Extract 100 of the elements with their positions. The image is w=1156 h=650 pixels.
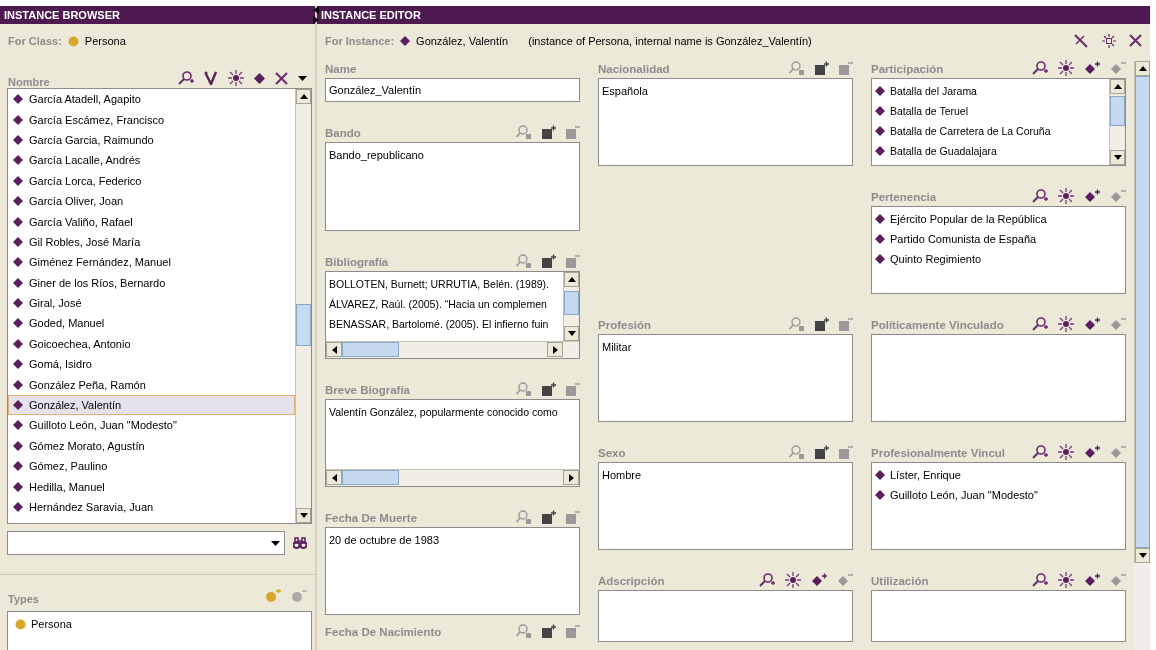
- list-box[interactable]: Batalla del Jarama Batalla de Teruel Batalla de Carretera de La Coruña Batalla de Guadalajara: [871, 78, 1126, 166]
- list-item[interactable]: ÁLVAREZ, Raúl. (2005). “Hacia un complemen: [326, 294, 563, 314]
- sparkle-icon[interactable]: [785, 572, 801, 588]
- list-box[interactable]: Valentín González, popularmente conocido como: [325, 399, 580, 487]
- search-icon[interactable]: [178, 71, 194, 85]
- diamond-plus-icon[interactable]: [1084, 445, 1100, 459]
- search-icon[interactable]: [1032, 317, 1048, 331]
- square-plus-icon[interactable]: [815, 61, 829, 75]
- caret-icon[interactable]: [298, 75, 307, 81]
- slash-icon[interactable]: [1073, 34, 1089, 48]
- list-item[interactable]: García Lorca, Federico: [8, 170, 295, 191]
- square-plus-icon[interactable]: [542, 254, 556, 268]
- list-box[interactable]: 20 de octubre de 1983: [325, 527, 580, 615]
- list-item[interactable]: Española: [599, 81, 852, 101]
- diamond-plus-icon[interactable]: [1084, 573, 1100, 587]
- search-icon[interactable]: [1032, 189, 1048, 203]
- list-item[interactable]: Goded, Manuel: [8, 313, 295, 334]
- list-item[interactable]: Persona: [12, 614, 307, 634]
- list-box[interactable]: Líster, Enrique Guilloto León, Juan "Modesto": [871, 462, 1126, 550]
- list-box[interactable]: Española: [598, 78, 853, 166]
- sparkle-icon[interactable]: [1058, 316, 1074, 332]
- list-item[interactable]: González Peña, Ramón: [8, 374, 295, 395]
- list-box[interactable]: Bando_republicano: [325, 142, 580, 231]
- search-icon[interactable]: [1032, 61, 1048, 75]
- search-icon[interactable]: [1032, 445, 1048, 459]
- scrollbar-thumb[interactable]: [342, 470, 399, 485]
- list-item[interactable]: Partido Comunista de España: [872, 229, 1125, 249]
- diamond-plus-icon[interactable]: [1084, 317, 1100, 331]
- scrollbar-thumb[interactable]: [564, 291, 579, 315]
- list-item[interactable]: Gómez Morato, Agustín: [8, 435, 295, 457]
- list-box[interactable]: Militar: [598, 334, 853, 422]
- sparkle-icon[interactable]: [1058, 444, 1074, 460]
- list-item[interactable]: Hedilla, Manuel: [8, 476, 295, 497]
- scrollbar-thumb[interactable]: [342, 342, 399, 357]
- v-shape-icon[interactable]: [204, 71, 218, 85]
- horizontal-scrollbar[interactable]: [326, 469, 579, 486]
- list-item[interactable]: Hombre: [599, 465, 852, 485]
- list-item[interactable]: Gil Robles, José María: [8, 231, 295, 253]
- list-item[interactable]: García Escámez, Francisco: [8, 109, 295, 130]
- vertical-scrollbar[interactable]: [295, 89, 311, 523]
- list-item[interactable]: Guilloto León, Juan "Modesto": [872, 485, 1125, 505]
- list-item[interactable]: Batalla de Guadalajara: [872, 141, 1109, 161]
- square-plus-icon[interactable]: [542, 125, 556, 139]
- list-item[interactable]: Giménez Fernández, Manuel: [8, 252, 295, 273]
- close-icon[interactable]: [1129, 34, 1142, 47]
- horizontal-scrollbar[interactable]: [326, 341, 579, 358]
- list-item[interactable]: Gomá, Isidro: [8, 354, 295, 375]
- square-plus-icon[interactable]: [815, 317, 829, 331]
- list-item[interactable]: García Garcia, Raimundo: [8, 129, 295, 151]
- list-item[interactable]: González, Valentín: [8, 394, 295, 416]
- list-item[interactable]: Bando_republicano: [326, 145, 579, 165]
- square-plus-icon[interactable]: [542, 624, 556, 638]
- list-box[interactable]: BOLLOTEN, Burnett; URRUTIA, Belén. (1989). ÁLVAREZ, Raúl. (2005). “Hacia un complemen BENASSAR, Bartolomé. (2005). El infierno fuin: [325, 271, 580, 359]
- list-item[interactable]: Hernández Saravia, Juan: [8, 496, 295, 518]
- search-icon[interactable]: [759, 573, 775, 587]
- vertical-scrollbar[interactable]: [1109, 79, 1125, 165]
- scrollbar-thumb[interactable]: [1110, 96, 1125, 126]
- search-field[interactable]: [7, 531, 285, 555]
- square-plus-icon[interactable]: [542, 510, 556, 524]
- list-item[interactable]: Quinto Regimiento: [872, 249, 1125, 269]
- sparkle-icon[interactable]: [1101, 34, 1117, 48]
- sparkle-icon[interactable]: [1058, 60, 1074, 76]
- list-item[interactable]: Batalla del Jarama: [872, 81, 1109, 101]
- scrollbar-thumb[interactable]: [296, 304, 311, 346]
- list-box[interactable]: Ejército Popular de la República Partido Comunista de España Quinto Regimiento: [871, 206, 1126, 294]
- square-plus-icon[interactable]: [542, 382, 556, 396]
- list-item[interactable]: Giral, José: [8, 292, 295, 314]
- diamond-plus-icon[interactable]: [1084, 189, 1100, 203]
- list-box[interactable]: Hombre: [598, 462, 853, 550]
- instance-list[interactable]: [7, 88, 312, 524]
- delete-icon[interactable]: [275, 71, 288, 85]
- list-item[interactable]: Goicoechea, Antonio: [8, 333, 295, 355]
- list-item[interactable]: García Atadell, Agapito: [8, 89, 295, 110]
- sparkle-icon[interactable]: [1058, 188, 1074, 204]
- list-item[interactable]: García Lacalle, Andrés: [8, 150, 295, 171]
- list-item[interactable]: BOLLOTEN, Burnett; URRUTIA, Belén. (1989).: [326, 274, 563, 294]
- list-item[interactable]: García Valiño, Rafael: [8, 211, 295, 232]
- list-item[interactable]: García Oliver, Joan: [8, 190, 295, 212]
- vertical-scrollbar[interactable]: [563, 272, 579, 341]
- list-item[interactable]: BENASSAR, Bartolomé. (2005). El infierno fuin: [326, 314, 563, 334]
- list-item[interactable]: Guilloto León, Juan "Modesto": [8, 415, 295, 436]
- input-field[interactable]: González_Valentín: [325, 78, 580, 102]
- list-item[interactable]: Gómez, Paulino: [8, 456, 295, 477]
- list-item[interactable]: 20 de octubre de 1983: [326, 530, 579, 550]
- types-list[interactable]: Persona: [7, 611, 312, 650]
- list-item[interactable]: Giner de los Ríos, Bernardo: [8, 272, 295, 293]
- list-item[interactable]: Ejército Popular de la República: [872, 209, 1125, 229]
- list-item[interactable]: Militar: [599, 337, 852, 357]
- sparkle-icon[interactable]: [1058, 572, 1074, 588]
- binoculars-icon[interactable]: [293, 537, 307, 549]
- list-item[interactable]: Batalla de Carretera de La Coruña: [872, 121, 1109, 141]
- search-icon[interactable]: [1032, 573, 1048, 587]
- list-item[interactable]: Líster, Enrique: [872, 465, 1125, 485]
- list-item[interactable]: Valentín González, popularmente conocido como: [326, 402, 579, 422]
- diamond-plus-icon[interactable]: [811, 573, 827, 587]
- diamond-plus-icon[interactable]: [1084, 61, 1100, 75]
- splitter-arrows-icon[interactable]: [313, 6, 319, 26]
- caret-icon[interactable]: [271, 540, 280, 546]
- square-plus-icon[interactable]: [815, 445, 829, 459]
- sparkle-icon[interactable]: [228, 70, 244, 86]
